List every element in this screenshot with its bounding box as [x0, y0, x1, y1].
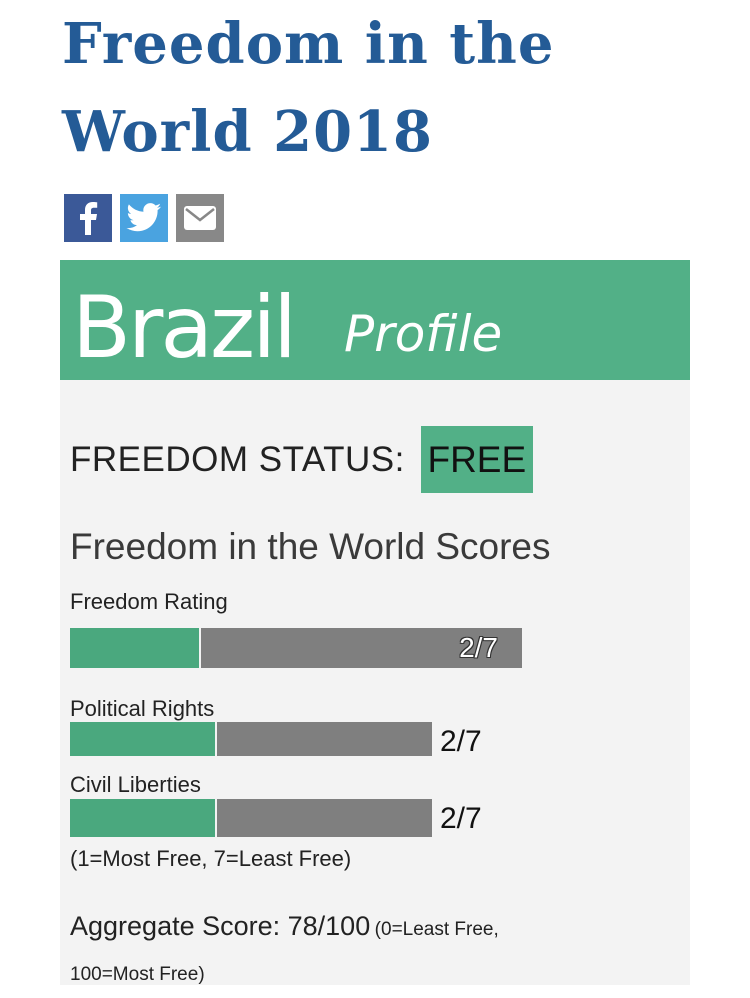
political-rights-label: Political Rights: [70, 696, 215, 721]
civil-liberties-bar: [70, 799, 432, 837]
scale-note: (1=Most Free, 7=Least Free): [70, 846, 352, 871]
facebook-share-button[interactable]: [64, 194, 112, 242]
civil-liberties-label: Civil Liberties: [70, 772, 201, 797]
profile-label: Profile: [344, 305, 503, 363]
freedom-rating-value: 2/7: [459, 632, 498, 663]
freedom-status: FREEDOM STATUS: FREE: [70, 426, 533, 493]
page-title: Freedom in the World 2018: [62, 0, 662, 176]
twitter-icon: [126, 203, 161, 232]
freedom-rating-label: Freedom Rating: [70, 589, 228, 614]
country-name: Brazil: [72, 278, 297, 378]
page-title-line-2: World 2018: [62, 99, 433, 165]
page-title-line-1: Freedom in the: [62, 11, 555, 77]
political-rights-fill: [70, 722, 215, 756]
aggregate-score: Aggregate Score: 78/100 (0=Least Free, 1…: [70, 904, 540, 998]
facebook-icon: [80, 202, 98, 235]
twitter-share-button[interactable]: [120, 194, 168, 242]
freedom-status-badge: FREE: [420, 426, 533, 493]
freedom-rating-fill: [70, 628, 200, 668]
political-rights-value: 2/7: [440, 725, 482, 758]
civil-liberties-value: 2/7: [440, 802, 482, 835]
freedom-rating-bar: 2/7: [70, 628, 522, 668]
share-buttons: [64, 194, 224, 242]
civil-liberties-fill: [70, 799, 215, 837]
email-share-button[interactable]: [176, 194, 224, 242]
civil-liberties-remainder: [214, 799, 432, 837]
freedom-status-label: FREEDOM STATUS:: [70, 439, 405, 479]
profile-header: Brazil Profile: [60, 260, 690, 380]
email-icon: [184, 206, 216, 230]
country-profile-card: Brazil Profile FREEDOM STATUS: FREE Free…: [60, 260, 690, 985]
scores-heading: Freedom in the World Scores: [70, 526, 551, 567]
political-rights-bar: [70, 722, 432, 756]
political-rights-remainder: [214, 722, 432, 756]
aggregate-score-value: Aggregate Score: 78/100: [70, 911, 371, 941]
